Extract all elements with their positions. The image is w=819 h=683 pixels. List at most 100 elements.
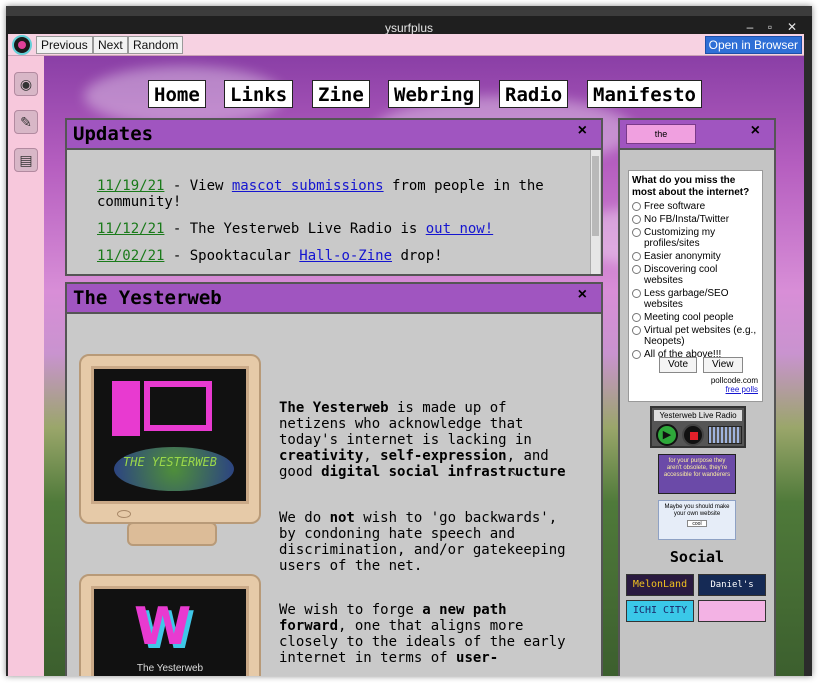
poll-option[interactable]: Discovering cool websites bbox=[632, 264, 759, 286]
nav-links[interactable]: Links bbox=[224, 80, 294, 108]
radio-button[interactable] bbox=[632, 215, 641, 224]
poll-option-label: Customizing my profiles/sites bbox=[644, 227, 716, 249]
nav-zine[interactable]: Zine bbox=[312, 80, 370, 108]
bold-text: user- bbox=[456, 650, 499, 666]
poll-option[interactable]: Free software bbox=[632, 201, 759, 212]
update-link[interactable]: mascot submissions bbox=[232, 178, 384, 194]
yesterweb-title: The Yesterweb bbox=[73, 287, 222, 309]
yesterweb-panel: The Yesterweb × THE YESTERWEB W The Yest… bbox=[65, 282, 603, 676]
update-item: 11/02/21 - Spooktacular Hall-o-Zine drop… bbox=[97, 248, 567, 264]
update-date[interactable]: 11/12/21 bbox=[97, 221, 164, 237]
update-text: community! bbox=[97, 194, 182, 210]
update-link[interactable]: out now! bbox=[426, 221, 493, 237]
update-item: 11/19/21 - View mascot submissions from … bbox=[97, 178, 567, 210]
crt-monitor-image: W The Yesterweb bbox=[79, 574, 261, 676]
web-page: Home Links Zine Webring Radio Manifesto … bbox=[44, 56, 804, 676]
desktop-strip bbox=[6, 6, 812, 16]
update-link[interactable]: Hall-o-Zine bbox=[299, 248, 392, 264]
sidebar-panel: the × What do you miss the most about th… bbox=[618, 118, 776, 676]
radio-button[interactable] bbox=[632, 252, 641, 261]
poll-option-label: Meeting cool people bbox=[644, 312, 734, 323]
update-text: - View bbox=[164, 178, 232, 194]
updates-header: Updates × bbox=[67, 120, 601, 150]
body-text: , bbox=[363, 448, 381, 464]
mouse-cursor-icon: ↖ bbox=[507, 464, 518, 479]
radio-button[interactable] bbox=[632, 202, 641, 211]
random-button[interactable]: Random bbox=[128, 36, 184, 54]
pink-monitor-icon bbox=[144, 381, 212, 431]
free-polls-link[interactable]: free polls bbox=[726, 385, 758, 394]
daniels-network-badge[interactable]: Daniel's Network bbox=[698, 574, 766, 610]
poll-option[interactable]: Easier anonymity bbox=[632, 251, 759, 262]
close-icon[interactable]: ✕ bbox=[784, 19, 800, 35]
maximize-icon[interactable]: ▫ bbox=[762, 19, 778, 35]
radio-button[interactable] bbox=[632, 265, 641, 274]
updates-scrollbar[interactable] bbox=[590, 150, 600, 274]
bold-text: self-expression bbox=[380, 448, 507, 464]
website-banner[interactable]: for your purpose they aren't obsolete, t… bbox=[658, 454, 736, 494]
crt-stand bbox=[127, 522, 217, 546]
stop-icon[interactable] bbox=[682, 424, 704, 446]
update-date[interactable]: 11/19/21 bbox=[97, 178, 164, 194]
nav-webring[interactable]: Webring bbox=[388, 80, 481, 108]
crt-label: The Yesterweb bbox=[136, 663, 204, 674]
view-button[interactable]: View bbox=[703, 357, 743, 373]
banner-button[interactable]: cool bbox=[687, 520, 707, 527]
poll-option[interactable]: Virtual pet websites (e.g., Neopets) bbox=[632, 325, 759, 347]
poll-option-label: Easier anonymity bbox=[644, 251, 721, 262]
close-icon[interactable]: × bbox=[578, 122, 587, 140]
play-icon[interactable]: ▶ bbox=[656, 424, 678, 446]
nav-radio[interactable]: Radio bbox=[499, 80, 569, 108]
window-title: ysurfplus bbox=[384, 21, 434, 35]
banner-text: for your purpose they aren't obsolete, t… bbox=[663, 458, 731, 478]
update-date[interactable]: 11/02/21 bbox=[97, 248, 164, 264]
sidebar-header: the × bbox=[620, 120, 774, 150]
poll-option-label: No FB/Insta/Twitter bbox=[644, 214, 730, 225]
scrollbar-thumb[interactable] bbox=[592, 156, 599, 236]
bold-text: not bbox=[329, 510, 355, 526]
poll-option[interactable]: No FB/Insta/Twitter bbox=[632, 214, 759, 225]
social-badge[interactable] bbox=[698, 600, 766, 622]
bold-text: digital social infrastructure bbox=[321, 464, 566, 480]
crt-screen: W The Yesterweb bbox=[91, 586, 249, 676]
poll-option[interactable]: Customizing my profiles/sites bbox=[632, 227, 759, 249]
second-paragraph: We do not wish to 'go backwards', by con… bbox=[279, 510, 569, 574]
poll-option-label: Free software bbox=[644, 201, 706, 212]
yesterweb-w-logo: W bbox=[134, 597, 192, 657]
globe-icon[interactable]: ◉ bbox=[14, 72, 38, 96]
radio-button[interactable] bbox=[632, 228, 641, 237]
radio-button[interactable] bbox=[632, 350, 641, 359]
crt-screen: THE YESTERWEB bbox=[91, 366, 249, 504]
poll-option-label: Virtual pet websites (e.g., Neopets) bbox=[644, 325, 757, 347]
poll-option-label: Discovering cool websites bbox=[644, 264, 718, 286]
radio-button[interactable] bbox=[632, 326, 641, 335]
crt-monitor-image: THE YESTERWEB bbox=[79, 354, 261, 524]
radio-icon[interactable]: ▤ bbox=[14, 148, 38, 172]
bold-text: creativity bbox=[279, 448, 364, 464]
make-website-banner[interactable]: Maybe you should make your own website c… bbox=[658, 500, 736, 540]
vote-button[interactable]: Vote bbox=[659, 357, 698, 373]
next-button[interactable]: Next bbox=[93, 36, 128, 54]
radio-button[interactable] bbox=[632, 289, 641, 298]
poll-option[interactable]: Meeting cool people bbox=[632, 312, 759, 323]
close-icon[interactable]: × bbox=[578, 286, 587, 304]
poll-option[interactable]: Less garbage/SEO websites bbox=[632, 288, 759, 310]
volume-bars-icon[interactable] bbox=[708, 426, 742, 444]
nav-home[interactable]: Home bbox=[148, 80, 206, 108]
poll-option-label: Less garbage/SEO websites bbox=[644, 288, 729, 310]
nav-manifesto[interactable]: Manifesto bbox=[587, 80, 702, 108]
social-title: Social bbox=[669, 548, 725, 566]
ichi-city-badge[interactable]: ICHI CITY bbox=[626, 600, 694, 622]
updates-panel: Updates × 11/19/21 - View mascot submiss… bbox=[65, 118, 603, 276]
mascot-banner[interactable]: the bbox=[626, 124, 696, 144]
tools-icon[interactable]: ✎ bbox=[14, 110, 38, 134]
melonland-badge[interactable]: MelonLand bbox=[626, 574, 694, 596]
update-item: 11/12/21 - The Yesterweb Live Radio is o… bbox=[97, 221, 567, 237]
third-paragraph: We wish to forge a new path forward, one… bbox=[279, 602, 569, 666]
close-icon[interactable]: × bbox=[751, 122, 760, 140]
ysurf-logo-icon[interactable] bbox=[12, 35, 32, 55]
radio-button[interactable] bbox=[632, 313, 641, 322]
open-in-browser-button[interactable]: Open in Browser bbox=[704, 36, 802, 54]
previous-button[interactable]: Previous bbox=[36, 36, 93, 54]
minimize-icon[interactable]: – bbox=[742, 19, 758, 35]
